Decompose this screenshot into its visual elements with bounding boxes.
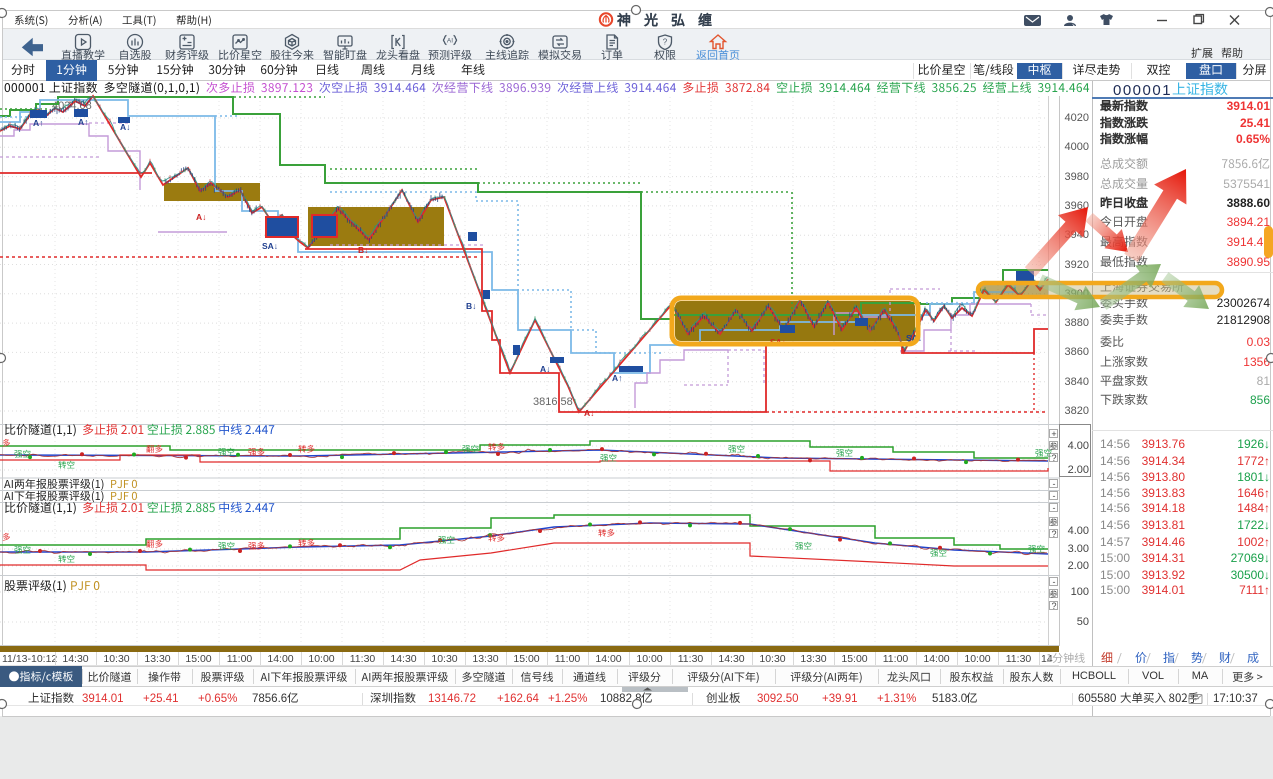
svg-text:A↓: A↓	[584, 408, 594, 418]
svg-text:A↑: A↑	[78, 117, 88, 127]
svg-text:B↓: B↓	[358, 245, 368, 255]
svg-text:B↓: B↓	[466, 301, 476, 311]
svg-text:A↓: A↓	[196, 212, 206, 222]
svg-text:A↑: A↑	[612, 373, 622, 383]
svg-text:SA↓: SA↓	[770, 337, 786, 347]
svg-text:A↓: A↓	[540, 364, 550, 374]
svg-text:SA↓: SA↓	[262, 241, 278, 251]
svg-text:A↑: A↑	[33, 118, 43, 128]
svg-text:A↓: A↓	[120, 122, 130, 132]
svg-text:SA↓: SA↓	[906, 333, 922, 343]
